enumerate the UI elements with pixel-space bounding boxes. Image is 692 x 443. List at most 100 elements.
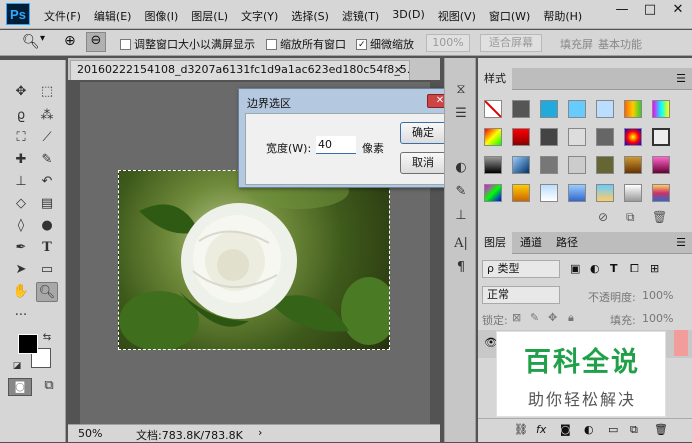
- style-swatch[interactable]: [596, 100, 614, 118]
- filter-pixel-icon[interactable]: ▣: [570, 262, 580, 275]
- ok-button[interactable]: 确定: [400, 122, 446, 144]
- style-swatch[interactable]: [624, 100, 642, 118]
- swap-colors-icon[interactable]: ⇆: [40, 328, 54, 348]
- move-tool-icon[interactable]: ✥: [10, 82, 32, 102]
- crop-tool-icon[interactable]: ⛶: [10, 128, 32, 148]
- width-input[interactable]: 40: [316, 136, 356, 154]
- quick-mask-icon[interactable]: ◙: [8, 378, 32, 396]
- new-layer-icon[interactable]: ⧉: [630, 423, 638, 437]
- edit-toolbar-icon[interactable]: ···: [10, 306, 32, 326]
- clone-stamp-tool-icon[interactable]: ⊥: [10, 172, 32, 192]
- magic-wand-tool-icon[interactable]: ⁂: [36, 106, 58, 126]
- style-swatch[interactable]: [568, 184, 586, 202]
- lock-transparent-icon[interactable]: ⊠: [512, 311, 521, 324]
- link-layers-icon[interactable]: ⛓︎: [514, 423, 528, 436]
- zoom-tool-button-icon[interactable]: 🔍︎: [36, 282, 58, 302]
- style-swatch[interactable]: [596, 128, 614, 146]
- lock-all-icon[interactable]: 🔒︎: [568, 311, 574, 325]
- eraser-tool-icon[interactable]: ◇: [10, 194, 32, 214]
- filter-type-icon[interactable]: T: [610, 262, 618, 275]
- foreground-color-swatch[interactable]: [18, 334, 38, 354]
- new-fill-layer-icon[interactable]: ◐: [584, 423, 594, 436]
- paragraph-panel-icon[interactable]: ¶: [451, 258, 471, 278]
- fill-value[interactable]: 100%: [642, 312, 673, 325]
- style-swatch[interactable]: [512, 156, 530, 174]
- lock-position-icon[interactable]: ✥: [548, 311, 557, 324]
- style-swatch[interactable]: [652, 100, 670, 118]
- brush-panel-icon[interactable]: ✎: [451, 182, 471, 202]
- delete-style-icon[interactable]: 🗑︎: [652, 210, 667, 224]
- scrubby-zoom-checkbox[interactable]: [356, 39, 367, 50]
- cancel-button[interactable]: 取消: [400, 152, 446, 174]
- minimize-button[interactable]: —: [608, 0, 636, 20]
- style-swatch[interactable]: [652, 156, 670, 174]
- lock-pixels-icon[interactable]: ✎: [530, 311, 539, 324]
- history-brush-tool-icon[interactable]: ↶: [36, 172, 58, 192]
- style-swatch[interactable]: [512, 184, 530, 202]
- eyedropper-tool-icon[interactable]: ⟋: [36, 128, 58, 148]
- new-group-icon[interactable]: ▭: [608, 423, 618, 436]
- zoom-in-icon[interactable]: ⊕: [64, 33, 76, 49]
- healing-brush-tool-icon[interactable]: ✚: [10, 150, 32, 170]
- zoom-out-icon[interactable]: ⊖: [86, 32, 106, 52]
- zoom-level[interactable]: 50%: [78, 427, 102, 440]
- hand-tool-icon[interactable]: ✋: [10, 282, 32, 302]
- tool-preset-dropdown-icon[interactable]: ▾: [40, 33, 45, 44]
- style-swatch[interactable]: [512, 100, 530, 118]
- camellia-photo[interactable]: [118, 170, 390, 350]
- adjustments-panel-icon[interactable]: ◐: [451, 158, 471, 178]
- style-swatch[interactable]: [484, 184, 502, 202]
- style-swatch[interactable]: [652, 128, 670, 146]
- filter-shape-icon[interactable]: ⧠: [630, 262, 639, 276]
- type-tool-icon[interactable]: T: [36, 238, 58, 258]
- maximize-button[interactable]: □: [636, 0, 664, 20]
- tab-styles[interactable]: 样式: [478, 68, 512, 90]
- style-swatch[interactable]: [484, 128, 502, 146]
- blur-tool-icon[interactable]: ◊: [10, 216, 32, 236]
- tab-layers[interactable]: 图层: [478, 232, 512, 254]
- menu-type[interactable]: 文字(Y): [241, 8, 278, 24]
- tab-paths[interactable]: 路径: [550, 232, 584, 254]
- menu-window[interactable]: 窗口(W): [489, 8, 530, 24]
- zoom-100-button[interactable]: 100%: [426, 34, 470, 52]
- style-swatch[interactable]: [652, 184, 670, 202]
- style-swatch[interactable]: [540, 156, 558, 174]
- resize-window-checkbox[interactable]: [120, 39, 131, 50]
- workspace-select[interactable]: 基本功能: [598, 36, 642, 52]
- style-swatch[interactable]: [512, 128, 530, 146]
- menu-filter[interactable]: 滤镜(T): [342, 8, 379, 24]
- style-swatch[interactable]: [568, 156, 586, 174]
- gradient-tool-icon[interactable]: ▤: [36, 194, 58, 214]
- style-swatch[interactable]: [568, 128, 586, 146]
- style-swatch[interactable]: [624, 156, 642, 174]
- menu-3d[interactable]: 3D(D): [392, 8, 425, 24]
- status-menu-arrow-icon[interactable]: ›: [258, 426, 262, 439]
- menu-layer[interactable]: 图层(L): [191, 8, 228, 24]
- layer-filter-select[interactable]: ρ 类型: [482, 260, 560, 278]
- zoom-all-checkbox[interactable]: [266, 39, 277, 50]
- pen-tool-icon[interactable]: ✒: [10, 238, 32, 258]
- style-swatch[interactable]: [540, 128, 558, 146]
- blend-mode-select[interactable]: 正常: [482, 286, 560, 304]
- style-swatch[interactable]: [624, 184, 642, 202]
- style-swatch[interactable]: [540, 100, 558, 118]
- style-swatch[interactable]: [624, 128, 642, 146]
- menu-view[interactable]: 视图(V): [438, 8, 476, 24]
- close-document-icon[interactable]: ×: [394, 61, 403, 79]
- close-window-button[interactable]: ✕: [664, 0, 692, 20]
- menu-help[interactable]: 帮助(H): [543, 8, 582, 24]
- lasso-tool-icon[interactable]: ϱ: [10, 106, 32, 126]
- menu-edit[interactable]: 编辑(E): [94, 8, 132, 24]
- panel-menu-icon[interactable]: ☰: [676, 72, 686, 85]
- dodge-tool-icon[interactable]: ●: [36, 216, 58, 236]
- add-mask-icon[interactable]: ◙: [560, 423, 571, 436]
- opacity-value[interactable]: 100%: [642, 289, 673, 302]
- delete-layer-icon[interactable]: 🗑︎: [654, 423, 668, 436]
- menu-file[interactable]: 文件(F): [44, 8, 81, 24]
- path-selection-tool-icon[interactable]: ➤: [10, 260, 32, 280]
- character-panel-icon[interactable]: A|: [451, 234, 471, 254]
- fit-screen-button[interactable]: 适合屏幕: [480, 34, 542, 52]
- filter-adjustment-icon[interactable]: ◐: [590, 262, 600, 275]
- tab-channels[interactable]: 通道: [514, 232, 548, 254]
- style-swatch[interactable]: [596, 184, 614, 202]
